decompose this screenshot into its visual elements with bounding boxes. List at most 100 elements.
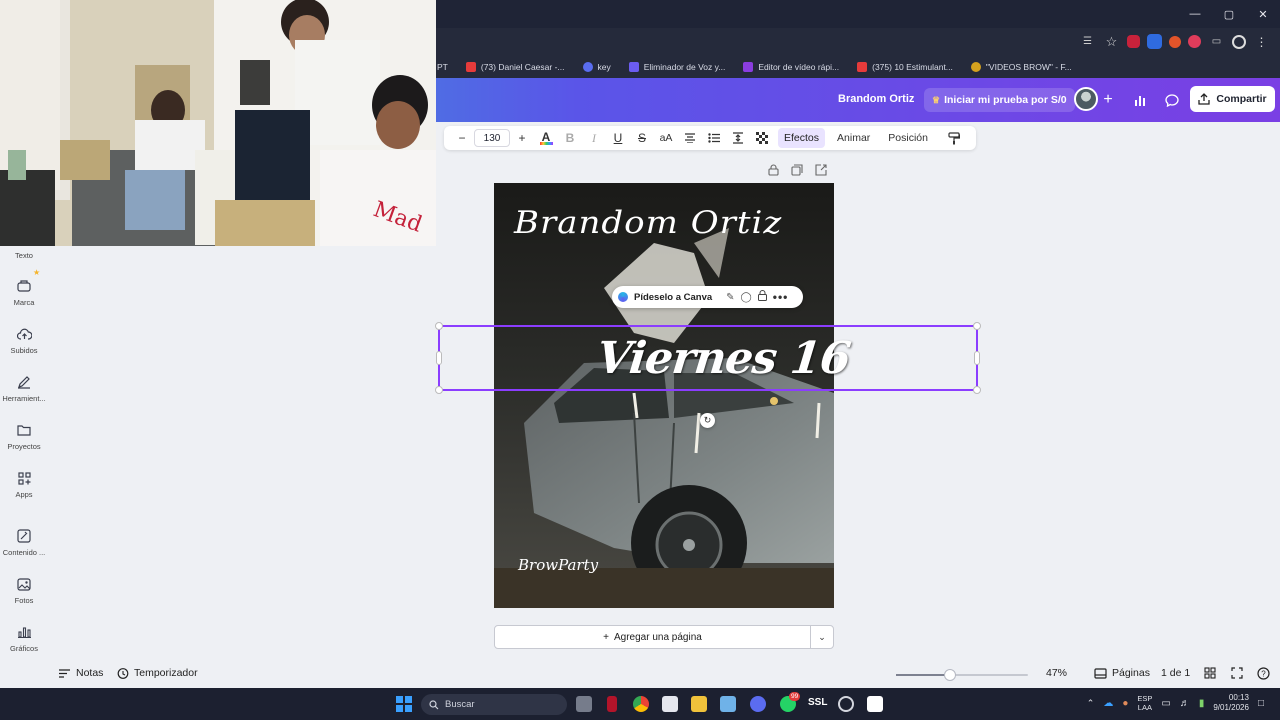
underline-button[interactable]: U (606, 128, 630, 148)
pages-button[interactable]: Páginas (1094, 667, 1150, 679)
language-indicator[interactable]: ESP LAA (1137, 694, 1152, 712)
list-icon[interactable] (702, 128, 726, 148)
extension-red-icon[interactable] (1127, 35, 1140, 48)
minimize-icon[interactable]: — (1178, 0, 1212, 28)
microphone-icon[interactable]: ● (1122, 698, 1128, 709)
comment-icon[interactable] (1161, 89, 1183, 111)
effects-button[interactable]: Efectos (778, 128, 826, 148)
resize-handle-bottom-right[interactable] (973, 386, 981, 394)
maximize-icon[interactable]: ▢ (1212, 0, 1246, 28)
add-page-dropdown[interactable]: ⌄ (810, 625, 834, 649)
resize-handle-left[interactable] (436, 351, 442, 365)
bookmark-item[interactable]: Editor de vídeo rápi... (743, 62, 839, 72)
bookmark-item[interactable]: key (582, 62, 611, 72)
letter-case-button[interactable]: aA (654, 128, 678, 148)
add-page-icon[interactable] (815, 164, 827, 179)
fullscreen-icon[interactable] (1231, 667, 1243, 679)
resize-handle-right[interactable] (974, 351, 980, 365)
display-icon[interactable]: ▭ (1161, 698, 1170, 709)
start-trial-button[interactable]: ♕ Iniciar mi prueba por S/0 (924, 88, 1075, 112)
bookmark-item[interactable]: PT (437, 62, 448, 72)
poster-footer-text[interactable]: BrowParty (518, 556, 598, 574)
translate-icon[interactable]: ☰ (1079, 33, 1096, 50)
sidebar-item-charts[interactable]: Gráficos (0, 624, 48, 653)
clock[interactable]: 00:13 9/01/2026 (1213, 693, 1249, 713)
sidebar-item-apps[interactable]: Apps (0, 470, 48, 499)
resize-handle-bottom-left[interactable] (435, 386, 443, 394)
avatar[interactable] (1074, 87, 1098, 111)
zoom-percentage[interactable]: 47% (1046, 667, 1067, 679)
capcut-icon[interactable] (867, 696, 883, 712)
bookmark-item[interactable]: (73) Daniel Caesar -... (465, 62, 565, 72)
sidebar-item-uploads[interactable]: Subidos (0, 326, 48, 355)
app-purple-icon[interactable] (750, 696, 766, 712)
app-red-icon[interactable] (607, 696, 617, 712)
resize-handle-top-right[interactable] (973, 322, 981, 330)
notifications-icon[interactable]: □ (1258, 698, 1264, 709)
bookmark-item[interactable]: (375) 10 Estimulant... (857, 62, 953, 72)
zoom-slider[interactable] (896, 669, 1028, 681)
volume-icon[interactable]: ♬ (1180, 698, 1190, 709)
store-icon[interactable] (662, 696, 678, 712)
windows-start-icon[interactable] (396, 696, 412, 712)
extension-rec-icon[interactable] (1188, 35, 1201, 48)
position-button[interactable]: Posición (882, 128, 934, 148)
resize-handle-top-left[interactable] (435, 322, 443, 330)
bold-button[interactable]: B (558, 128, 582, 148)
app-gear-icon[interactable] (838, 696, 854, 712)
chrome-icon[interactable] (633, 696, 649, 712)
spacing-icon[interactable] (726, 128, 750, 148)
share-button[interactable]: Compartir (1190, 86, 1275, 112)
sidebar-item-tools[interactable]: Herramient... (0, 374, 48, 403)
chevron-up-icon[interactable]: ⌃ (1087, 698, 1095, 709)
battery-icon[interactable]: ▮ (1199, 698, 1205, 709)
grid-view-icon[interactable] (1204, 667, 1216, 679)
taskbar-search[interactable]: Buscar (421, 694, 567, 715)
design-page[interactable] (494, 183, 834, 608)
notes-button[interactable]: Notas (58, 667, 103, 679)
add-page-button[interactable]: + Agregar una página (494, 625, 811, 649)
sidebar-item-brand[interactable]: ★ Marca (0, 268, 48, 307)
align-center-icon[interactable] (678, 128, 702, 148)
animate-button[interactable]: Animar (831, 128, 876, 148)
profile-icon[interactable] (1232, 34, 1246, 49)
extension-blue-icon[interactable] (1147, 34, 1162, 49)
sidebar-item-projects[interactable]: Proyectos (0, 422, 48, 451)
task-view-icon[interactable] (576, 696, 592, 712)
document-title[interactable]: Brandom Ortiz (838, 93, 914, 105)
sidebar-item-text[interactable]: Texto (0, 251, 48, 260)
onedrive-icon[interactable]: ☁ (1103, 698, 1113, 709)
paint-format-icon[interactable] (942, 128, 966, 148)
font-size-input[interactable]: 130 (474, 129, 510, 147)
sidebar-item-magic-media[interactable]: Contenido ... (0, 528, 48, 557)
add-collaborator-icon[interactable]: + (1097, 89, 1119, 111)
ask-canva-button[interactable]: Pídeselo a Canva (634, 292, 712, 303)
bookmark-item[interactable]: "VIDEOS BROW" - F... (970, 62, 1072, 72)
extension-fire-icon[interactable] (1169, 35, 1181, 48)
star-icon[interactable]: ☆ (1103, 33, 1120, 50)
ssl-app[interactable]: SSL (808, 697, 827, 708)
bookmark-item[interactable]: Eliminador de Voz y... (628, 62, 725, 72)
decrease-font-button[interactable]: − (450, 128, 474, 148)
text-color-button[interactable]: A (534, 128, 558, 148)
insights-icon[interactable] (1129, 89, 1151, 111)
magic-edit-icon[interactable]: ✎ (726, 292, 734, 303)
file-explorer-icon[interactable] (691, 696, 707, 712)
strikethrough-button[interactable]: S (630, 128, 654, 148)
rotate-handle[interactable]: ↻ (700, 413, 715, 428)
more-options-icon[interactable]: ••• (773, 290, 789, 304)
puzzle-icon[interactable]: ▭ (1208, 33, 1225, 50)
duplicate-icon[interactable] (791, 164, 803, 179)
italic-button[interactable]: I (582, 128, 606, 148)
increase-font-button[interactable]: + (510, 128, 534, 148)
poster-title-text[interactable]: Brandom Ortiz (514, 205, 814, 241)
help-icon[interactable]: ? (1257, 667, 1270, 680)
transparency-icon[interactable] (750, 128, 774, 148)
close-icon[interactable]: ✕ (1246, 0, 1280, 28)
timer-button[interactable]: Temporizador (117, 667, 198, 679)
sidebar-item-photos[interactable]: Fotos (0, 576, 48, 605)
photos-app-icon[interactable] (720, 696, 736, 712)
menu-dots-icon[interactable]: ⋮ (1253, 33, 1270, 50)
lock-icon[interactable] (768, 164, 779, 179)
selection-box[interactable] (435, 322, 981, 394)
